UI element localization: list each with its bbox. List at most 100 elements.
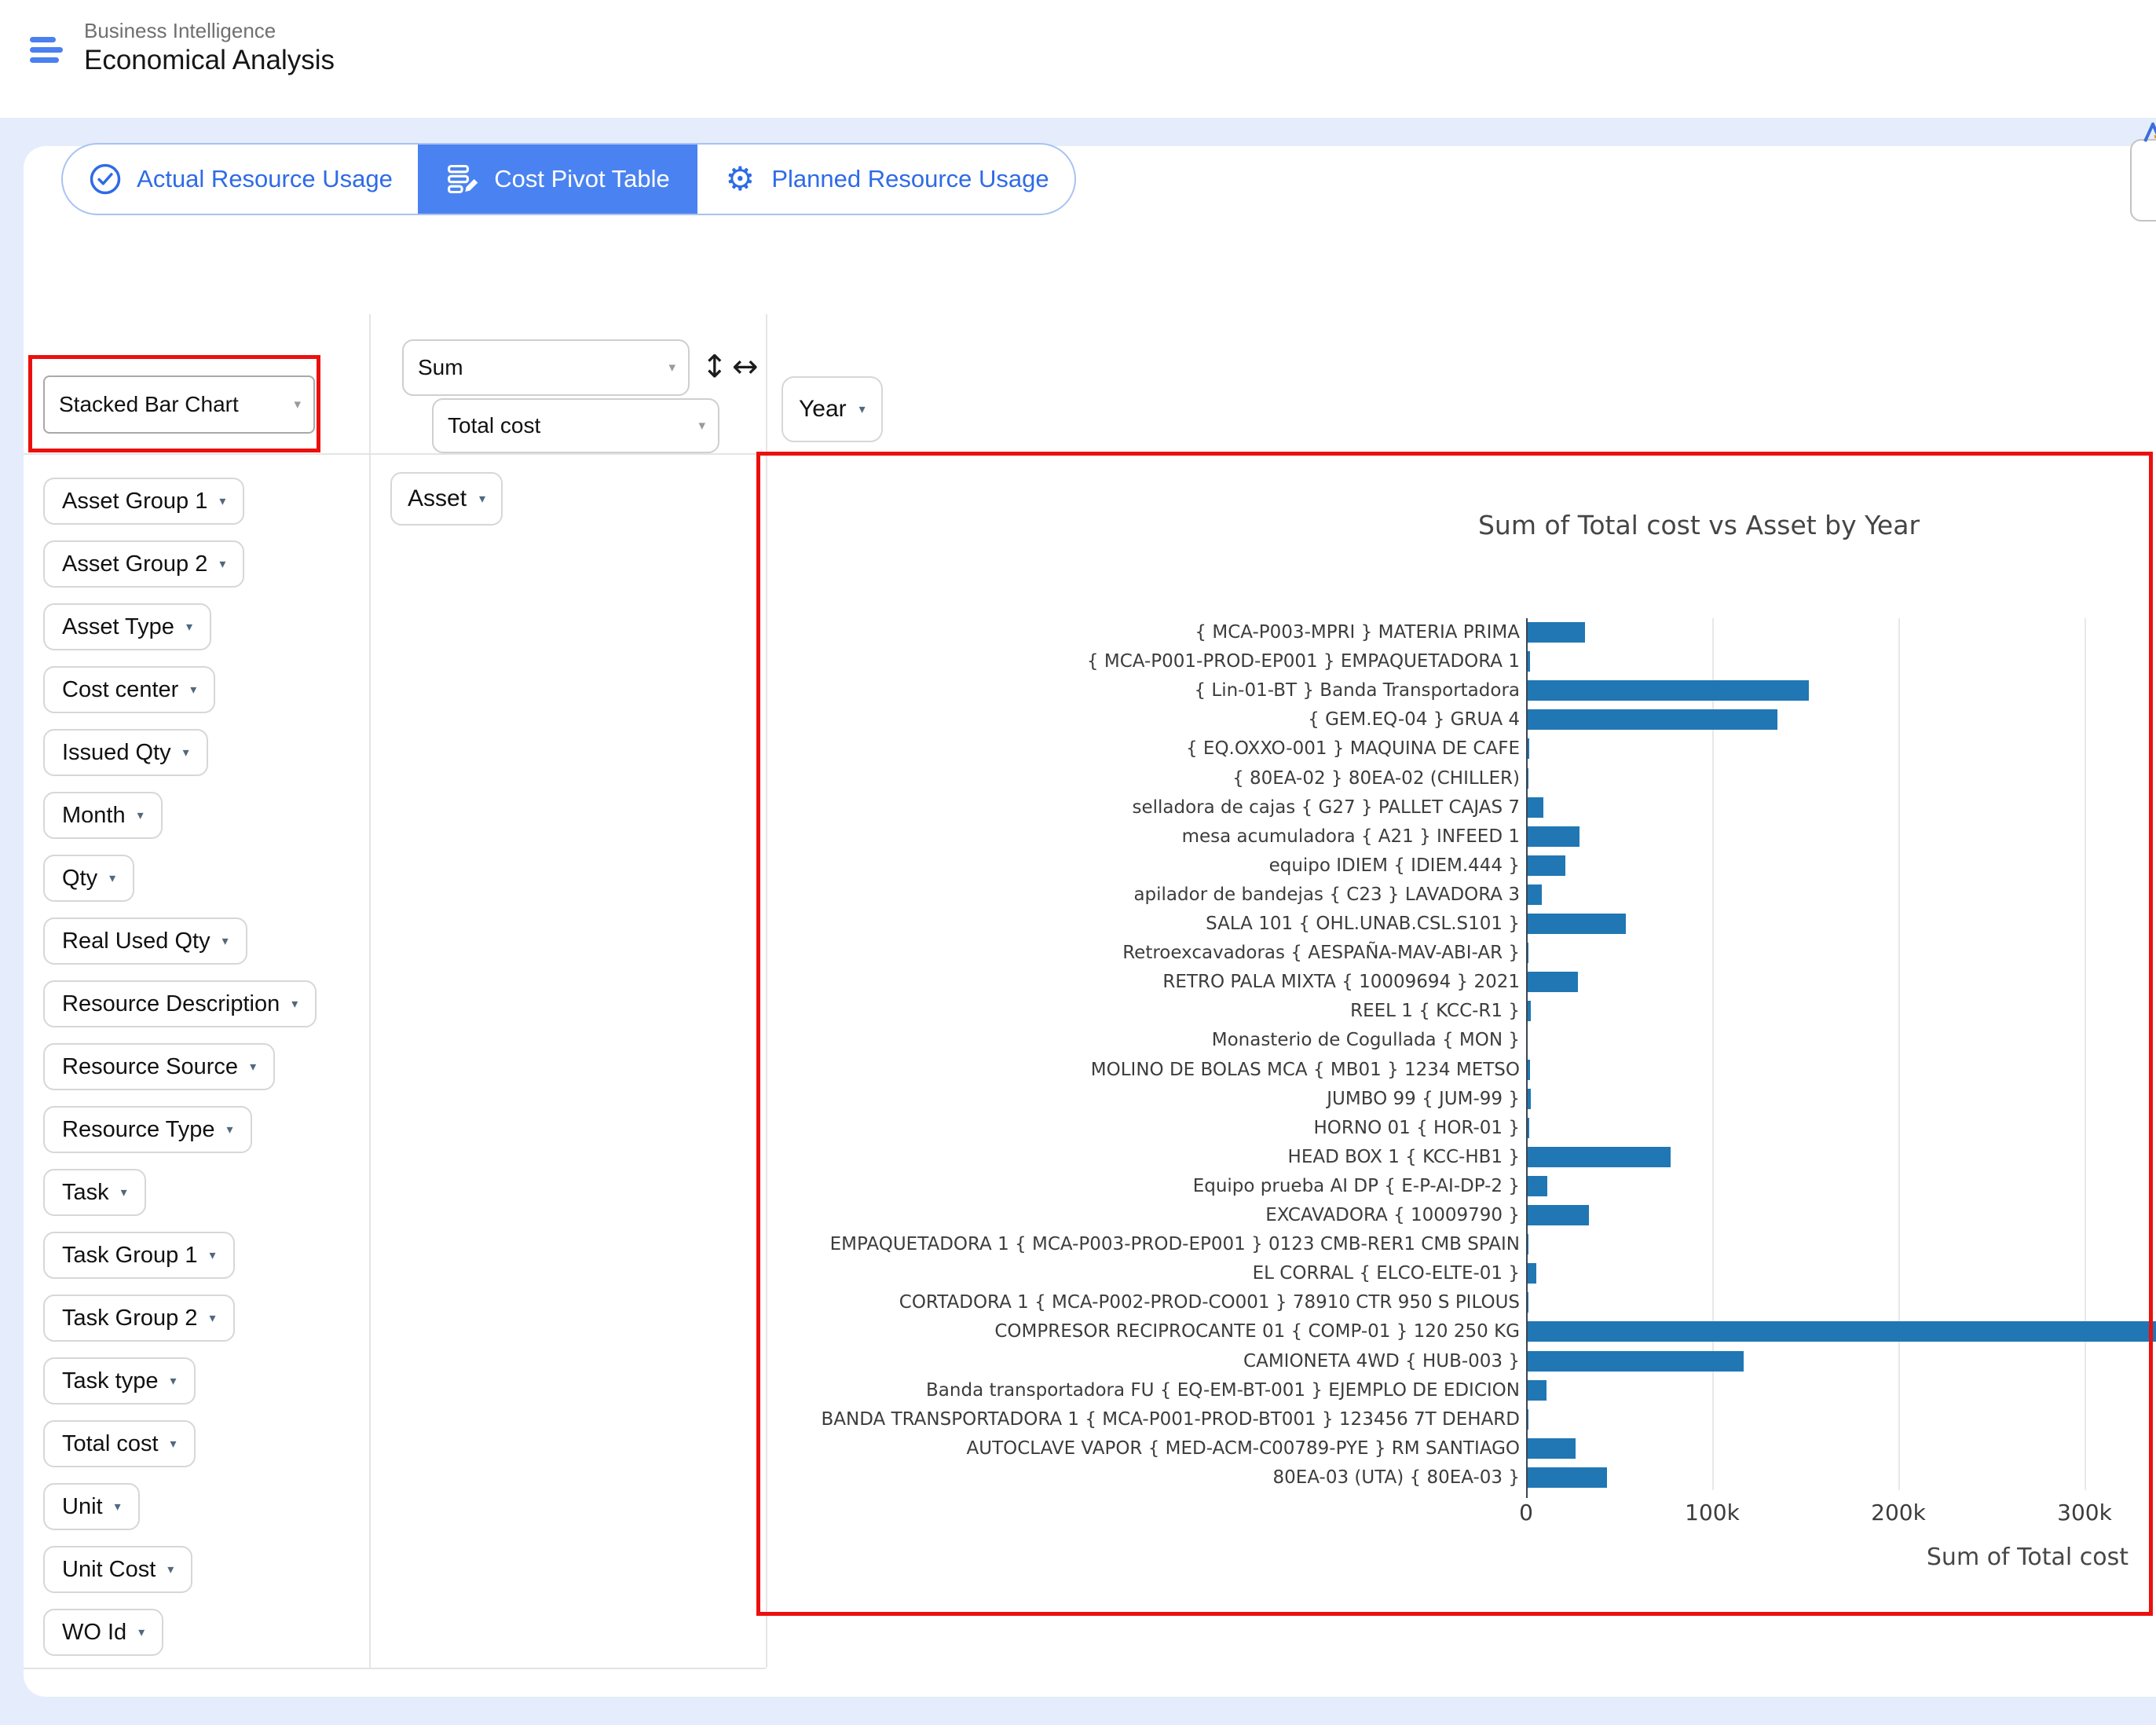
chevron-down-icon: ▾	[668, 360, 675, 375]
field-pill-cost-center[interactable]: Cost center ▾	[43, 666, 215, 713]
field-pill-asset-group-2[interactable]: Asset Group 2▾	[43, 540, 244, 588]
field-pill-total-cost[interactable]: Total cost▾	[43, 1420, 196, 1467]
field-pill-task-group-1[interactable]: Task Group 1▾	[43, 1232, 235, 1279]
gear-icon: ⚙	[723, 162, 757, 196]
y-axis-label: AUTOCLAVE VAPOR { MED-ACM-C00789-PYE } R…	[967, 1437, 1521, 1460]
field-label: Asset Type	[62, 614, 174, 640]
y-axis-label: EL CORRAL { ELCO-ELTE-01 }	[1253, 1262, 1520, 1285]
tab-actual-resource-usage[interactable]: Actual Resource Usage	[63, 145, 418, 214]
field-list: Asset Group 1▾Asset Group 2▾Asset Type▾C…	[43, 478, 317, 1656]
chevron-down-icon: ▾	[294, 397, 301, 412]
chevron-down-icon: ▾	[138, 1624, 145, 1640]
bar-retro-pala-mixta-10009694-2021	[1528, 972, 1578, 992]
aggregator-value: Sum	[418, 355, 463, 380]
chevron-down-icon: ▾	[170, 1436, 177, 1452]
bar-equipo-prueba-ai-dp-e-p-ai-dp-	[1528, 1176, 1547, 1196]
y-axis-label: MOLINO DE BOLAS MCA { MB01 } 1234 METSO	[1091, 1058, 1520, 1082]
row-field-label: Asset	[408, 485, 467, 512]
bar-lin-01-bt-banda-transportadora	[1528, 680, 1809, 701]
x-axis-title: Sum of Total cost	[1927, 1544, 2129, 1571]
field-pill-unit[interactable]: Unit▾	[43, 1483, 140, 1530]
chevron-down-icon: ▾	[190, 682, 196, 698]
chevron-down-icon: ▾	[183, 745, 189, 760]
field-pill-task-type[interactable]: Task type▾	[43, 1357, 196, 1405]
field-pill-resource-source[interactable]: Resource Source ▾	[43, 1043, 275, 1090]
field-label: Unit	[62, 1494, 103, 1520]
tab-planned-resource-usage[interactable]: ⚙ Planned Resource Usage	[697, 145, 1074, 214]
resize-horizontal-icon[interactable]: ↔	[732, 349, 759, 385]
chevron-down-icon: ▾	[227, 1122, 233, 1137]
chevron-down-icon: ▾	[209, 1247, 215, 1263]
bar-molino-de-bolas-mca-mb01-1234-	[1528, 1060, 1530, 1080]
y-axis-label: EXCAVADORA { 10009790 }	[1265, 1203, 1520, 1227]
field-pill-resource-description[interactable]: Resource Description▾	[43, 980, 317, 1027]
tab-cost-pivot-table[interactable]: Cost Pivot Table	[418, 145, 697, 214]
field-pill-unit-cost[interactable]: Unit Cost▾	[43, 1546, 192, 1593]
bar-eq-oxxo-001-maquina-de-cafe	[1528, 738, 1529, 759]
y-axis-label: HORNO 01 { HOR-01 }	[1314, 1116, 1520, 1140]
bar-autoclave-vapor-med-acm-c00789	[1528, 1438, 1576, 1459]
x-tick-label: 100k	[1685, 1500, 1740, 1525]
field-label: Task type	[62, 1368, 159, 1394]
field-label: Task Group 2	[62, 1306, 197, 1331]
field-pill-issued-qty[interactable]: Issued Qty ▾	[43, 729, 208, 776]
aggregator-select[interactable]: Sum ▾	[402, 339, 690, 396]
cutoff-logo-icon	[2143, 123, 2156, 143]
tab-label: Planned Resource Usage	[771, 165, 1049, 193]
field-label: Real Used Qty	[62, 928, 210, 954]
value-field-value: Total cost	[448, 413, 540, 438]
chevron-down-icon: ▾	[859, 401, 866, 417]
chevron-down-icon: ▾	[209, 1310, 215, 1326]
y-axis-label: BANDA TRANSPORTADORA 1 { MCA-P001-PROD-B…	[822, 1408, 1520, 1431]
y-axis-label: { MCA-P001-PROD-EP001 } EMPAQUETADORA 1	[1087, 650, 1520, 673]
field-label: Qty	[62, 866, 97, 892]
field-pill-task[interactable]: Task▾	[43, 1169, 146, 1216]
page-title: Economical Analysis	[84, 45, 335, 76]
y-axis-label: { Lin-01-BT } Banda Transportadora	[1194, 679, 1520, 702]
bar-mca-p001-prod-ep001-empaquetad	[1528, 651, 1530, 672]
y-axis-label: Retroexcavadoras { AESPAÑA-MAV-ABI-AR }	[1122, 941, 1520, 965]
chevron-down-icon: ▾	[219, 493, 225, 509]
y-axis-label: { 80EA-02 } 80EA-02 (CHILLER)	[1232, 767, 1520, 790]
bar-compresor-reciprocante-01-comp	[1528, 1321, 2156, 1342]
column-field-year[interactable]: Year ▾	[782, 376, 883, 442]
field-label: Resource Source	[62, 1054, 238, 1080]
field-pill-real-used-qty[interactable]: Real Used Qty▾	[43, 917, 247, 965]
y-axis-label: 80EA-03 (UTA) { 80EA-03 }	[1273, 1466, 1520, 1489]
chart-title: Sum of Total cost vs Asset by Year	[1478, 510, 1920, 540]
app-header: Business Intelligence Economical Analysi…	[0, 0, 2156, 118]
bar-chart: Sum of Total cost vs Asset by Year { MCA-…	[767, 453, 2156, 1616]
field-pill-asset-group-1[interactable]: Asset Group 1▾	[43, 478, 244, 525]
divider-vertical-1	[369, 314, 371, 1668]
field-pill-qty[interactable]: Qty ▾	[43, 855, 134, 902]
value-field-select[interactable]: Total cost ▾	[432, 398, 719, 453]
field-pill-wo-id[interactable]: WO Id▾	[43, 1609, 163, 1656]
x-tick-label: 0	[1519, 1500, 1533, 1525]
bar-mesa-acumuladora-a21-infeed-1	[1528, 826, 1579, 847]
y-axis-label: CORTADORA 1 { MCA-P002-PROD-CO001 } 7891…	[899, 1291, 1520, 1314]
field-label: Issued Qty	[62, 740, 171, 766]
row-field-asset[interactable]: Asset ▾	[390, 472, 503, 526]
field-label: Cost center	[62, 677, 178, 703]
field-pill-month[interactable]: Month▾	[43, 792, 163, 839]
hamburger-menu-icon[interactable]	[30, 37, 63, 63]
gridline	[1898, 618, 1900, 1490]
x-tick-label: 300k	[2057, 1500, 2112, 1525]
y-axis-label: RETRO PALA MIXTA { 10009694 } 2021	[1162, 970, 1520, 994]
field-label: Month	[62, 803, 126, 829]
bar-selladora-de-cajas-g27-pallet-	[1528, 797, 1543, 818]
column-field-label: Year	[799, 396, 847, 423]
field-pill-asset-type[interactable]: Asset Type▾	[43, 603, 211, 650]
y-axis-label: { MCA-P003-MPRI } MATERIA PRIMA	[1195, 621, 1520, 644]
field-label: Task	[62, 1180, 109, 1206]
resize-vertical-icon[interactable]: ↕	[701, 349, 728, 385]
chart-type-select[interactable]: Stacked Bar Chart ▾	[43, 375, 315, 434]
chevron-down-icon: ▾	[250, 1059, 256, 1075]
bar-80ea-03-uta-80ea-03	[1528, 1467, 1607, 1488]
divider-horizontal-bottom	[24, 1668, 766, 1669]
field-pill-resource-type[interactable]: Resource Type▾	[43, 1106, 252, 1153]
chevron-down-icon: ▾	[698, 418, 705, 434]
field-pill-task-group-2[interactable]: Task Group 2 ▾	[43, 1295, 235, 1342]
cutoff-panel[interactable]	[2130, 139, 2156, 222]
chevron-down-icon: ▾	[109, 870, 115, 886]
